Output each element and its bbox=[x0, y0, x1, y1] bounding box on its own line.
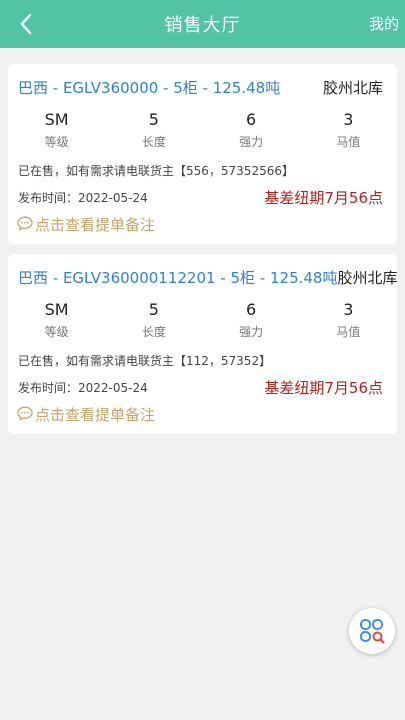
spec-length: 5 长度 bbox=[105, 110, 202, 154]
spec-label: 马值 bbox=[336, 135, 361, 149]
listing-card[interactable]: 巴西 - EGLV360000 - 5柜 - 125.48吨 胶州北库 SM 等… bbox=[8, 64, 397, 244]
basis-price: 基差纽期7月56点 bbox=[264, 378, 383, 397]
spec-value: SM bbox=[44, 110, 69, 129]
publish-date: 发布时间：2022-05-24 bbox=[18, 380, 148, 395]
spec-value: 6 bbox=[246, 300, 257, 319]
spec-label: 强力 bbox=[239, 325, 264, 339]
sale-status: 已在售，如有需求请电联货主【556，57352566】 bbox=[18, 164, 294, 178]
date-basis-row: 发布时间：2022-05-24 基差纽期7月56点 bbox=[18, 186, 383, 208]
page-title: 销售大厅 bbox=[164, 15, 241, 36]
spec-value: 5 bbox=[148, 300, 159, 319]
top-nav-bar: 销售大厅 我的 bbox=[0, 0, 405, 48]
view-remarks-link[interactable]: 点击查看提单备注 bbox=[16, 403, 155, 425]
spec-micronaire: 3 马值 bbox=[300, 300, 397, 344]
chat-bubble-icon bbox=[17, 406, 33, 421]
spec-micronaire: 3 马值 bbox=[300, 110, 397, 154]
spec-grid: SM 等级 5 长度 6 强力 3 马值 bbox=[8, 110, 397, 154]
listing-header: 巴西 - EGLV360000112201 - 5柜 - 125.48吨 胶州北… bbox=[18, 266, 397, 288]
spec-value: SM bbox=[44, 300, 69, 319]
listing-card[interactable]: 巴西 - EGLV360000112201 - 5柜 - 125.48吨 胶州北… bbox=[8, 254, 397, 434]
warehouse-location: 胶州北库 bbox=[337, 268, 398, 287]
app-search-icon bbox=[360, 619, 385, 644]
spec-grade: SM 等级 bbox=[8, 110, 105, 154]
view-remarks-link[interactable]: 点击查看提单备注 bbox=[16, 213, 155, 235]
warehouse-location: 胶州北库 bbox=[322, 78, 383, 97]
spec-value: 5 bbox=[148, 110, 159, 129]
sale-status: 已在售，如有需求请电联货主【112，57352】 bbox=[18, 354, 272, 368]
basis-price: 基差纽期7月56点 bbox=[264, 188, 383, 207]
product-title[interactable]: 巴西 - EGLV360000 - 5柜 - 125.48吨 bbox=[18, 77, 280, 98]
chevron-left-icon bbox=[20, 13, 32, 35]
spec-grid: SM 等级 5 长度 6 强力 3 马值 bbox=[8, 300, 397, 344]
spec-label: 等级 bbox=[44, 325, 69, 339]
chat-bubble-icon bbox=[17, 216, 33, 231]
spec-strength: 6 强力 bbox=[203, 110, 300, 154]
back-button[interactable] bbox=[12, 10, 40, 38]
spec-label: 等级 bbox=[44, 135, 69, 149]
spec-label: 强力 bbox=[239, 135, 264, 149]
spec-label: 马值 bbox=[336, 325, 361, 339]
spec-value: 3 bbox=[343, 300, 354, 319]
product-title[interactable]: 巴西 - EGLV360000112201 - 5柜 - 125.48吨 bbox=[18, 267, 337, 288]
date-basis-row: 发布时间：2022-05-24 基差纽期7月56点 bbox=[18, 376, 383, 398]
spec-grade: SM 等级 bbox=[8, 300, 105, 344]
remark-label: 点击查看提单备注 bbox=[35, 215, 156, 234]
floating-search-button[interactable] bbox=[349, 608, 395, 654]
spec-label: 长度 bbox=[141, 325, 166, 339]
my-account-link[interactable]: 我的 bbox=[369, 13, 399, 34]
remark-label: 点击查看提单备注 bbox=[35, 405, 156, 424]
spec-strength: 6 强力 bbox=[203, 300, 300, 344]
publish-date: 发布时间：2022-05-24 bbox=[18, 190, 148, 205]
spec-length: 5 长度 bbox=[105, 300, 202, 344]
spec-label: 长度 bbox=[141, 135, 166, 149]
spec-value: 6 bbox=[246, 110, 257, 129]
listing-header: 巴西 - EGLV360000 - 5柜 - 125.48吨 胶州北库 bbox=[18, 76, 397, 98]
spec-value: 3 bbox=[343, 110, 354, 129]
